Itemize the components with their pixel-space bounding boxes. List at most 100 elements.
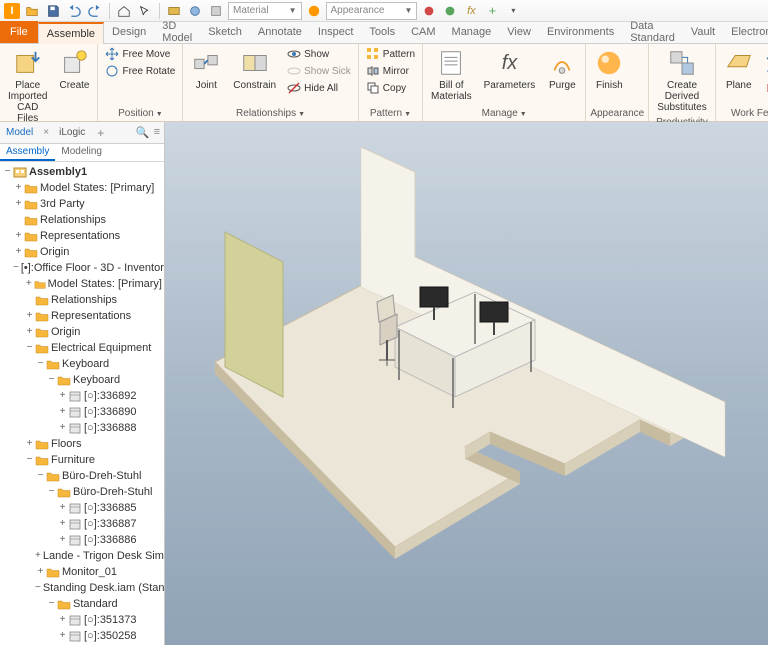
select-icon[interactable]	[136, 2, 154, 20]
tab-manage[interactable]: Manage	[444, 21, 500, 43]
expand-icon[interactable]: +	[57, 503, 68, 513]
tree-node-sd_1[interactable]: +[○]:351373	[0, 612, 164, 628]
tree-node-monitor[interactable]: +Monitor_01	[0, 564, 164, 580]
expand-icon[interactable]: +	[24, 327, 35, 337]
color-ball2-icon[interactable]	[441, 2, 459, 20]
collapse-icon[interactable]: −	[35, 471, 46, 481]
show-sick-button[interactable]: Show Sick	[284, 63, 354, 79]
expand-icon[interactable]: +	[13, 183, 24, 193]
tree-node-office_floor[interactable]: −[•]:Office Floor - 3D - Inventor Collab…	[0, 260, 164, 276]
expand-icon[interactable]: +	[57, 519, 68, 529]
tree-node-model_states[interactable]: +Model States: [Primary]	[0, 180, 164, 196]
tree-node-third_party[interactable]: +3rd Party	[0, 196, 164, 212]
qat-tool3-icon[interactable]	[207, 2, 225, 20]
tab-assemble[interactable]: Assemble	[38, 22, 104, 44]
tab-sketch[interactable]: Sketch	[200, 21, 250, 43]
expand-icon[interactable]: +	[13, 199, 24, 209]
tree-node-root[interactable]: −Assembly1	[0, 164, 164, 180]
tree-node-relationships[interactable]: Relationships	[0, 212, 164, 228]
tree-node-buro_1[interactable]: +[○]:336885	[0, 500, 164, 516]
file-tab[interactable]: File	[0, 21, 38, 43]
tree-node-furniture[interactable]: −Furniture	[0, 452, 164, 468]
free-rotate-button[interactable]: Free Rotate	[102, 63, 178, 79]
expand-icon[interactable]: +	[13, 247, 24, 257]
tree-node-electrical[interactable]: −Electrical Equipment	[0, 340, 164, 356]
derived-substitutes-button[interactable]: Create Derived Substitutes	[653, 46, 710, 115]
collapse-icon[interactable]: −	[46, 599, 57, 609]
color-ball1-icon[interactable]	[420, 2, 438, 20]
material-combo[interactable]: Material▼	[228, 2, 302, 20]
model-tree[interactable]: −Assembly1+Model States: [Primary]+3rd P…	[0, 162, 164, 645]
search-icon[interactable]: 🔍	[136, 126, 150, 139]
tree-node-sd_2[interactable]: +[○]:350258	[0, 628, 164, 644]
axis-button[interactable]: Axis	[762, 46, 768, 62]
mirror-button[interactable]: Mirror	[363, 63, 418, 79]
place-imported-button[interactable]: Place Imported CAD Files	[4, 46, 51, 126]
tree-node-keyboard1[interactable]: −Keyboard	[0, 356, 164, 372]
finish-button[interactable]: Finish	[590, 46, 628, 93]
home-icon[interactable]	[115, 2, 133, 20]
collapse-icon[interactable]: −	[35, 583, 41, 593]
copy-button[interactable]: Copy	[363, 80, 418, 96]
constrain-button[interactable]: Constrain	[229, 46, 280, 93]
viewport-3d[interactable]	[165, 122, 768, 645]
tree-node-keyboard2[interactable]: −Keyboard	[0, 372, 164, 388]
qat-tool-icon[interactable]	[165, 2, 183, 20]
expand-icon[interactable]: +	[24, 311, 35, 321]
tree-node-lande[interactable]: +Lande - Trigon Desk Simple 182 V	[0, 548, 164, 564]
tab-vault[interactable]: Vault	[683, 21, 723, 43]
expand-icon[interactable]: +	[57, 391, 68, 401]
parameters-button[interactable]: fxParameters	[480, 46, 540, 93]
tab-environments[interactable]: Environments	[539, 21, 622, 43]
qat-tool2-icon[interactable]	[186, 2, 204, 20]
subtab-modeling[interactable]: Modeling	[55, 144, 108, 161]
collapse-icon[interactable]: −	[24, 343, 35, 353]
expand-icon[interactable]: +	[57, 631, 68, 641]
tree-node-buro1[interactable]: −Büro-Dreh-Stuhl	[0, 468, 164, 484]
free-move-button[interactable]: Free Move	[102, 46, 178, 62]
tab-inspect[interactable]: Inspect	[310, 21, 361, 43]
tab-view[interactable]: View	[499, 21, 539, 43]
qat-more-icon[interactable]: ▾	[504, 2, 522, 20]
tree-node-kb_3[interactable]: +[○]:336888	[0, 420, 164, 436]
tree-node-of_model_states[interactable]: +Model States: [Primary]	[0, 276, 164, 292]
tree-node-kb_2[interactable]: +[○]:336890	[0, 404, 164, 420]
tab-tools[interactable]: Tools	[361, 21, 403, 43]
tree-node-buro_2[interactable]: +[○]:336887	[0, 516, 164, 532]
create-button[interactable]: Create	[55, 46, 93, 93]
collapse-icon[interactable]: −	[13, 263, 19, 273]
open-icon[interactable]	[23, 2, 41, 20]
bom-button[interactable]: Bill of Materials	[427, 46, 476, 104]
expand-icon[interactable]: +	[24, 439, 35, 449]
plane-button[interactable]: Plane	[720, 46, 758, 93]
expand-icon[interactable]: +	[57, 535, 68, 545]
redo-icon[interactable]	[86, 2, 104, 20]
add-tab-icon[interactable]: +	[91, 126, 110, 140]
subtab-assembly[interactable]: Assembly	[0, 144, 55, 161]
tree-node-buro_3[interactable]: +[○]:336886	[0, 532, 164, 548]
expand-icon[interactable]: +	[13, 231, 24, 241]
expand-icon[interactable]: +	[57, 615, 68, 625]
qat-add-icon[interactable]: +	[483, 2, 501, 20]
show-button[interactable]: Show	[284, 46, 354, 62]
expand-icon[interactable]: +	[24, 279, 34, 289]
tree-node-representations[interactable]: +Representations	[0, 228, 164, 244]
save-icon[interactable]	[44, 2, 62, 20]
collapse-icon[interactable]: −	[46, 487, 57, 497]
tree-node-of_representations[interactable]: +Representations	[0, 308, 164, 324]
tab-electromechanical[interactable]: Electromechanical	[723, 21, 768, 43]
tree-node-of_origin[interactable]: +Origin	[0, 324, 164, 340]
tree-node-standard[interactable]: −Standard	[0, 596, 164, 612]
tree-node-origin[interactable]: +Origin	[0, 244, 164, 260]
tree-node-standing[interactable]: −Standing Desk.iam (Standing Des	[0, 580, 164, 596]
joint-button[interactable]: Joint	[187, 46, 225, 93]
tree-node-kb_1[interactable]: +[○]:336892	[0, 388, 164, 404]
tab-design[interactable]: Design	[104, 21, 154, 43]
point-button[interactable]: Point	[762, 63, 768, 79]
appearance-combo[interactable]: Appearance▼	[326, 2, 418, 20]
tree-node-of_relationships[interactable]: Relationships	[0, 292, 164, 308]
expand-icon[interactable]: +	[35, 567, 46, 577]
collapse-icon[interactable]: −	[46, 375, 57, 385]
expand-icon[interactable]: +	[57, 423, 68, 433]
browser-tab-ilogic[interactable]: iLogic	[53, 124, 91, 141]
